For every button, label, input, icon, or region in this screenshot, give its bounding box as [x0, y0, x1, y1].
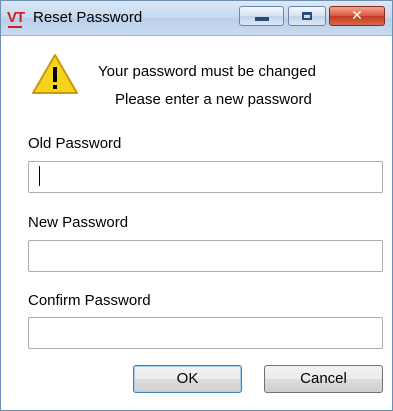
message-line-1: Your password must be changed — [98, 63, 316, 80]
maximize-icon — [289, 7, 325, 25]
reset-password-window: VT Reset Password ✕ Your password must b… — [0, 0, 393, 411]
maximize-button[interactable] — [288, 6, 326, 26]
close-icon: ✕ — [351, 8, 363, 24]
app-logo-icon: VT — [7, 9, 25, 28]
old-password-field[interactable] — [28, 161, 383, 193]
message-line-2: Please enter a new password — [115, 91, 312, 108]
title-bar[interactable]: VT Reset Password ✕ — [1, 1, 392, 36]
minimize-icon — [240, 7, 283, 25]
ok-button[interactable]: OK — [133, 365, 242, 393]
confirm-password-label: Confirm Password — [28, 292, 151, 309]
window-title: Reset Password — [33, 9, 143, 26]
new-password-field[interactable] — [28, 240, 383, 272]
app-logo-underline — [8, 26, 22, 28]
close-button[interactable]: ✕ — [329, 6, 385, 26]
text-caret — [39, 166, 40, 186]
confirm-password-field[interactable] — [28, 317, 383, 349]
new-password-label: New Password — [28, 214, 129, 231]
app-logo-text: VT — [7, 9, 25, 26]
cancel-button[interactable]: Cancel — [264, 365, 383, 393]
warning-icon — [32, 54, 78, 94]
old-password-label: Old Password — [28, 135, 122, 152]
minimize-button[interactable] — [239, 6, 284, 26]
